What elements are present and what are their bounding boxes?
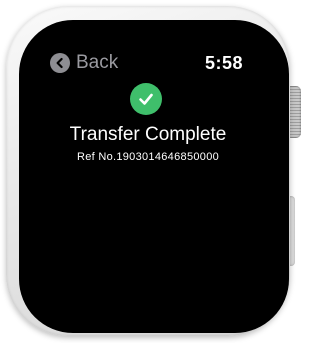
back-button[interactable]: Back (50, 52, 118, 74)
checkmark-circle-icon (130, 83, 162, 115)
watch-mockup: Back 5:58 Transfer Complete Ref No.19030… (0, 0, 303, 343)
status-time: 5:58 (204, 53, 243, 73)
back-label: Back (76, 52, 119, 73)
watch-case (6, 6, 290, 336)
confirmation-title: Transfer Complete (69, 124, 227, 145)
reference-number: Ref No.1903014646850000 (76, 151, 220, 163)
chevron-left-circle-icon (50, 53, 70, 73)
